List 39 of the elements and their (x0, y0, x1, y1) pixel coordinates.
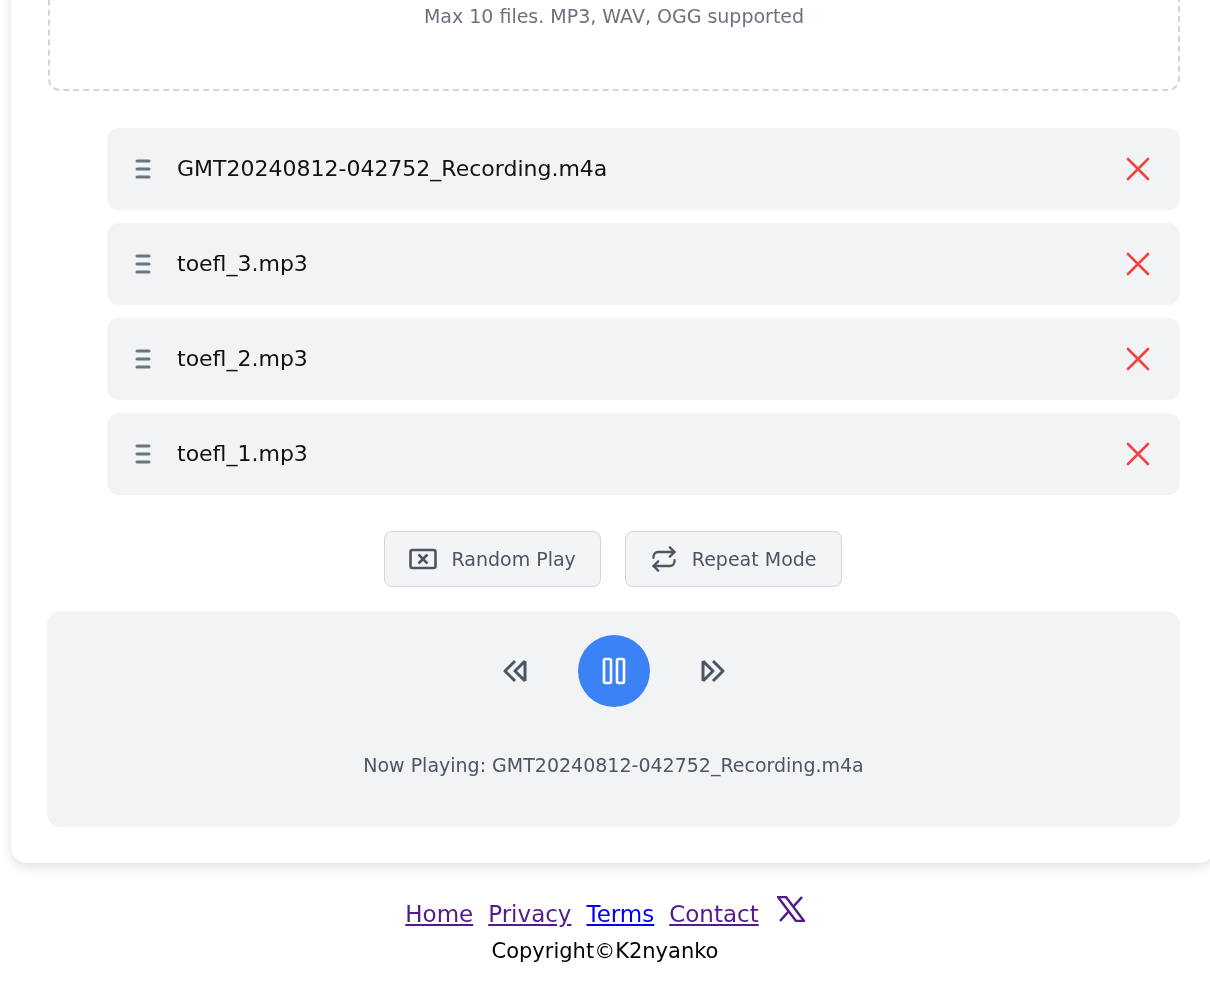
file-dropzone[interactable]: Max 10 files. MP3, WAV, OGG supported (48, 0, 1180, 91)
footer-link[interactable]: Terms (586, 901, 655, 927)
track-name: toefl_3.mp3 (177, 250, 309, 276)
repeat-mode-button[interactable]: Repeat Mode (624, 531, 842, 587)
track-name: toefl_1.mp3 (177, 440, 309, 466)
drag-handle-icon[interactable] (135, 443, 151, 465)
footer-link[interactable]: Privacy (488, 901, 572, 927)
close-icon (1126, 442, 1150, 466)
drag-handle-icon[interactable] (135, 348, 151, 370)
remove-button[interactable] (1126, 157, 1150, 181)
previous-button[interactable] (501, 658, 528, 684)
now-playing-text: Now Playing: GMT20240812-042752_Recording.m4a (363, 754, 864, 776)
rewind-icon (501, 658, 528, 684)
playlist-item[interactable]: toefl_2.mp3 (107, 318, 1180, 400)
dropzone-hint: Max 10 files. MP3, WAV, OGG supported (423, 5, 805, 29)
fast-forward-icon (699, 658, 726, 684)
copyright-text: Copyright©K2nyanko (491, 939, 719, 963)
playlist-item[interactable]: GMT20240812-042752_Recording.m4a (107, 128, 1180, 210)
track-name: GMT20240812-042752_Recording.m4a (177, 155, 609, 181)
close-icon (1126, 347, 1150, 371)
drag-handle-icon[interactable] (135, 253, 151, 275)
remove-button[interactable] (1126, 442, 1150, 466)
close-icon (1126, 157, 1150, 181)
playlist-item[interactable]: toefl_1.mp3 (107, 413, 1180, 495)
playlist-item[interactable]: toefl_3.mp3 (107, 223, 1180, 305)
footer-link[interactable]: Home (405, 901, 474, 927)
close-icon (1126, 252, 1150, 276)
repeat-icon (649, 545, 678, 573)
x-logo-link[interactable] (776, 896, 805, 922)
remove-button[interactable] (1126, 347, 1150, 371)
x-box-icon (409, 548, 438, 570)
random-play-button[interactable]: Random Play (384, 531, 601, 587)
track-name: toefl_2.mp3 (177, 345, 309, 371)
pause-icon (601, 657, 626, 685)
remove-button[interactable] (1126, 252, 1150, 276)
x-logo-icon (776, 896, 805, 922)
footer-link[interactable]: Contact (669, 901, 759, 927)
drag-handle-icon[interactable] (135, 158, 151, 180)
next-button[interactable] (699, 658, 726, 684)
